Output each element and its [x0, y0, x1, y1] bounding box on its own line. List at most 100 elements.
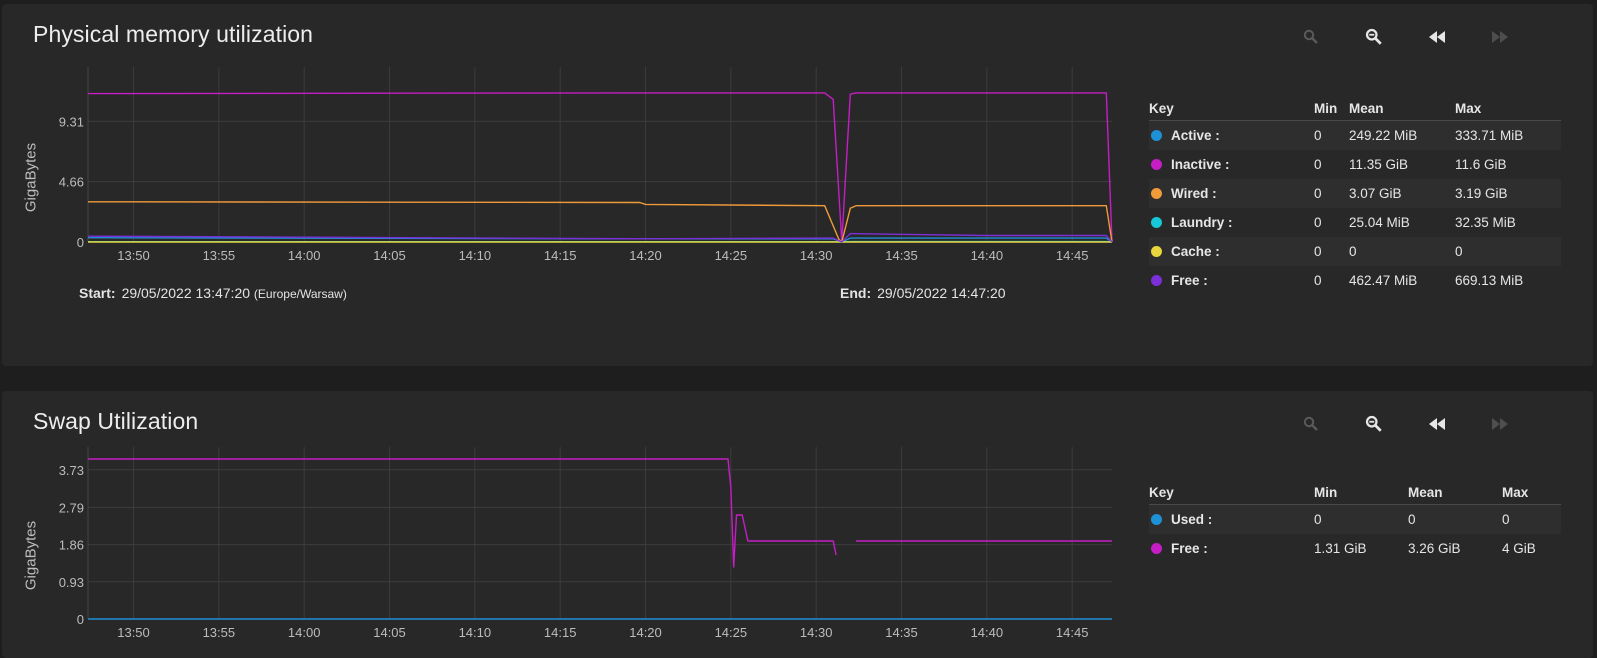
zoom-out-button[interactable] [1362, 412, 1386, 436]
end-label: End: [840, 285, 872, 301]
x-tick-label: 13:50 [117, 248, 150, 263]
legend-max: 669.13 MiB [1455, 273, 1524, 288]
memory-series-inactive-line [87, 92, 1113, 243]
legend-mean: 0 [1408, 504, 1502, 534]
legend-max: 0 [1455, 237, 1561, 266]
legend-mean: 0 [1349, 237, 1455, 266]
legend-mean: 3.07 GiB [1349, 179, 1455, 208]
zoom-out-button[interactable] [1362, 25, 1386, 49]
legend-key: Used : [1171, 512, 1213, 527]
legend-header-max: Max [1455, 98, 1561, 121]
legend-mean: 3.26 GiB [1408, 541, 1461, 556]
step-back-icon [1429, 418, 1445, 430]
step-back-button[interactable] [1425, 412, 1449, 436]
step-forward-button[interactable] [1488, 25, 1512, 49]
swap-legend: Key Min Mean Max Used :000 Free :1.31 Gi… [1149, 482, 1561, 563]
y-tick-label: 4.66 [59, 175, 84, 190]
legend-min: 0 [1314, 273, 1322, 288]
legend-mean: 462.47 MiB [1349, 273, 1418, 288]
legend-row-free[interactable]: Free : 0 462.47 MiB 669.13 MiB [1149, 266, 1561, 295]
x-tick-label: 14:15 [544, 248, 577, 263]
x-tick-label: 14:15 [544, 625, 577, 640]
y-tick-label: 0.93 [59, 575, 84, 590]
y-tick-label: 9.31 [59, 114, 84, 129]
swap-plot[interactable]: 0 0.93 1.86 2.79 3.73 13:50 13:55 14:00 14:05 14:… [2, 391, 1142, 658]
step-forward-button[interactable] [1488, 412, 1512, 436]
legend-max: 0 [1502, 504, 1561, 534]
x-tick-label: 14:20 [629, 248, 662, 263]
start-label: Start: [79, 285, 116, 301]
series-color-dot [1151, 130, 1162, 141]
legend-key: Free : [1171, 273, 1208, 288]
legend-row-inactive[interactable]: Inactive : 0 11.35 GiB 11.6 GiB [1149, 150, 1561, 179]
legend-row-wired[interactable]: Wired : 0 3.07 GiB 3.19 GiB [1149, 179, 1561, 208]
legend-min: 0 [1314, 215, 1322, 230]
y-tick-label: 0 [77, 235, 84, 250]
series-color-dot [1151, 159, 1162, 170]
legend-min: 0 [1314, 504, 1408, 534]
zoom-out-icon [1365, 415, 1382, 432]
x-tick-label: 14:00 [288, 248, 321, 263]
step-back-button[interactable] [1425, 25, 1449, 49]
legend-min: 0 [1314, 179, 1349, 208]
y-tick-label: 3.73 [59, 463, 84, 478]
zoom-in-icon [1303, 29, 1318, 44]
legend-mean: 11.35 GiB [1349, 157, 1409, 172]
zoom-out-icon [1365, 28, 1382, 45]
legend-mean: 249.22 MiB [1349, 120, 1455, 150]
legend-row-cache[interactable]: Cache :000 [1149, 237, 1561, 266]
memory-plot[interactable]: 0 4.66 9.31 13:50 13:55 14:00 14:05 14:10 14:15 1… [2, 4, 1142, 274]
x-tick-label: 13:50 [117, 625, 150, 640]
x-tick-label: 14:25 [715, 625, 748, 640]
x-tick-label: 14:45 [1056, 625, 1089, 640]
legend-row-active[interactable]: Active : 0 249.22 MiB 333.71 MiB [1149, 120, 1561, 150]
zoom-in-button[interactable] [1299, 25, 1323, 49]
x-tick-label: 14:25 [715, 248, 748, 263]
legend-key: Active : [1171, 128, 1220, 143]
legend-header-mean: Mean [1349, 98, 1455, 121]
legend-key: Free : [1171, 541, 1208, 556]
x-tick-label: 14:35 [885, 248, 918, 263]
legend-row-laundry[interactable]: Laundry : 0 25.04 MiB 32.35 MiB [1149, 208, 1561, 237]
legend-max: 11.6 GiB [1455, 157, 1507, 172]
legend-mean: 25.04 MiB [1349, 215, 1410, 230]
x-tick-label: 13:55 [203, 248, 236, 263]
swap-panel: Swap Utilization GigaBytes 0 0.93 1.86 2.79… [2, 391, 1593, 658]
series-color-dot [1151, 543, 1162, 554]
legend-max: 333.71 MiB [1455, 120, 1561, 150]
y-tick-label: 0 [77, 612, 84, 627]
x-tick-label: 14:05 [373, 248, 406, 263]
y-tick-label: 1.86 [59, 538, 84, 553]
x-tick-label: 14:10 [459, 625, 492, 640]
x-tick-label: 14:45 [1056, 248, 1089, 263]
series-color-dot [1151, 246, 1162, 257]
legend-header-key: Key [1149, 482, 1314, 505]
zoom-in-button[interactable] [1299, 412, 1323, 436]
legend-header-min: Min [1314, 482, 1408, 505]
series-color-dot [1151, 217, 1162, 228]
y-tick-label: 2.79 [59, 500, 84, 515]
legend-row-free[interactable]: Free : 1.31 GiB 3.26 GiB 4 GiB [1149, 534, 1561, 563]
legend-key: Inactive : [1171, 157, 1230, 172]
legend-min: 0 [1314, 157, 1322, 172]
legend-header-max: Max [1502, 482, 1561, 505]
x-tick-label: 14:30 [800, 625, 833, 640]
legend-max: 3.19 GiB [1455, 179, 1561, 208]
x-tick-label: 14:40 [971, 248, 1004, 263]
legend-max: 32.35 MiB [1455, 215, 1516, 230]
legend-header-min: Min [1314, 98, 1349, 121]
legend-header-mean: Mean [1408, 482, 1502, 505]
x-tick-label: 14:00 [288, 625, 321, 640]
legend-min: 1.31 GiB [1314, 541, 1367, 556]
start-value: 29/05/2022 13:47:20 [121, 285, 251, 301]
step-forward-icon [1492, 418, 1508, 430]
memory-end: End: 29/05/2022 14:47:20 [840, 285, 1006, 301]
timezone: (Europe/Warsaw) [253, 287, 347, 301]
legend-header-key: Key [1149, 98, 1314, 121]
legend-min: 0 [1314, 237, 1349, 266]
legend-row-used[interactable]: Used :000 [1149, 504, 1561, 534]
step-back-icon [1429, 31, 1445, 43]
legend-key: Wired : [1171, 186, 1217, 201]
x-tick-label: 14:40 [971, 625, 1004, 640]
legend-key: Laundry : [1171, 215, 1233, 230]
